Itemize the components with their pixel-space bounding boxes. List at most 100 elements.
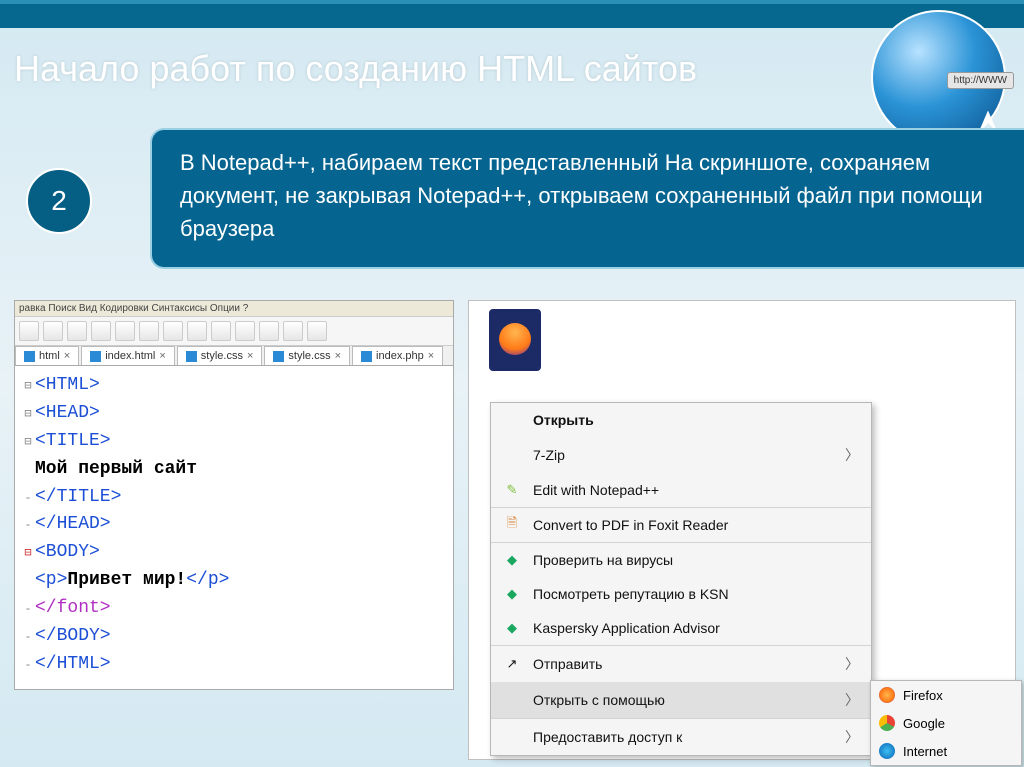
ctx-open-with[interactable]: Открыть с помощью 〉 (491, 682, 871, 718)
editor-tab[interactable]: style.css × (264, 346, 350, 365)
copy-icon[interactable] (163, 321, 183, 341)
ctx-label: Convert to PDF in Foxit Reader (533, 517, 728, 533)
file-icon (186, 351, 197, 362)
ctx-label: Kaspersky Application Advisor (533, 620, 720, 636)
ctx-scan-virus[interactable]: ◆ Проверить на вирусы (491, 542, 871, 577)
ctx-open[interactable]: Открыть (491, 403, 871, 437)
editor-toolbar (15, 317, 453, 346)
ctx-ksn-reputation[interactable]: ◆ Посмотреть репутацию в KSN (491, 577, 871, 611)
ctx-label: Открыть с помощью (533, 692, 665, 708)
tab-label: style.css (201, 350, 243, 362)
code-area[interactable]: ⊟<HTML> ⊟<HEAD> ⊟<TITLE> Мой первый сайт… (15, 366, 453, 689)
close-icon[interactable]: × (247, 350, 253, 362)
context-menu: Открыть 7-Zip 〉 ✎ Edit with Notepad++ 🗎 … (490, 402, 872, 756)
blank-icon (503, 728, 521, 746)
submenu-internet[interactable]: Internet (871, 737, 1021, 765)
pdf-icon: 🗎 (503, 516, 521, 534)
globe-icon (871, 10, 1006, 145)
ctx-grant-access[interactable]: Предоставить доступ к 〉 (491, 718, 871, 755)
firefox-file-icon (489, 309, 541, 371)
editor-tab[interactable]: html × (15, 346, 79, 365)
ctx-kaspersky-advisor[interactable]: ◆ Kaspersky Application Advisor (491, 611, 871, 645)
submenu-label: Internet (903, 744, 947, 759)
close-icon[interactable]: × (428, 350, 434, 362)
code-line: </HEAD> (35, 514, 111, 534)
ctx-label: Отправить (533, 656, 602, 672)
blank-icon (503, 446, 521, 464)
code-line: <p> (35, 570, 67, 590)
ctx-label: Посмотреть репутацию в KSN (533, 586, 729, 602)
close-icon[interactable]: × (159, 350, 165, 362)
step-badge: 2 (26, 168, 92, 234)
chevron-right-icon: 〉 (845, 654, 859, 674)
code-line: </p> (186, 570, 229, 590)
share-icon: ↗ (503, 655, 521, 673)
ctx-convert-pdf[interactable]: 🗎 Convert to PDF in Foxit Reader (491, 507, 871, 542)
ctx-label: Проверить на вирусы (533, 552, 673, 568)
file-icon (361, 351, 372, 362)
file-icon (90, 351, 101, 362)
open-file-icon[interactable] (43, 321, 63, 341)
ctx-label: 7-Zip (533, 447, 565, 463)
new-file-icon[interactable] (19, 321, 39, 341)
ctx-label: Открыть (533, 412, 594, 428)
code-line: <TITLE> (35, 431, 111, 451)
ctx-send[interactable]: ↗ Отправить 〉 (491, 645, 871, 682)
open-with-submenu: Firefox Google Internet (870, 680, 1022, 766)
code-line: Мой первый сайт (35, 459, 197, 479)
save-all-icon[interactable] (91, 321, 111, 341)
redo-icon[interactable] (235, 321, 255, 341)
undo-icon[interactable] (211, 321, 231, 341)
tab-label: html (39, 350, 60, 362)
top-band (0, 0, 1024, 28)
shield-icon: ◆ (503, 551, 521, 569)
ctx-label: Предоставить доступ к (533, 729, 682, 745)
slide-title: Начало работ по созданию HTML сайтов (14, 48, 697, 90)
ctx-label: Edit with Notepad++ (533, 482, 659, 498)
editor-tabs: html× index.html× style.css× style.css× … (15, 346, 453, 366)
html-file-item[interactable] (485, 309, 545, 389)
close-icon[interactable]: × (335, 350, 341, 362)
shield-icon: ◆ (503, 619, 521, 637)
code-line: </HTML> (35, 654, 111, 674)
editor-menubar[interactable]: равка Поиск Вид Кодировки Синтаксисы Опц… (15, 301, 453, 317)
paste-icon[interactable] (187, 321, 207, 341)
code-line: <HTML> (35, 375, 100, 395)
firefox-icon (879, 687, 895, 703)
code-line: </font> (35, 598, 111, 618)
zoom-out-icon[interactable] (307, 321, 327, 341)
tab-label: index.php (376, 350, 424, 362)
editor-tab[interactable]: style.css × (177, 346, 263, 365)
ie-icon (879, 743, 895, 759)
description-box: В Notepad++, набираем текст представленн… (150, 128, 1024, 269)
close-icon[interactable]: × (64, 350, 70, 362)
cut-icon[interactable] (139, 321, 159, 341)
zoom-in-icon[interactable] (283, 321, 303, 341)
tab-label: style.css (288, 350, 330, 362)
notepad-editor: равка Поиск Вид Кодировки Синтаксисы Опц… (14, 300, 454, 690)
editor-tab[interactable]: index.html × (81, 346, 175, 365)
code-line: Привет мир! (67, 570, 186, 590)
chevron-right-icon: 〉 (845, 690, 859, 710)
code-line: <HEAD> (35, 403, 100, 423)
chevron-right-icon: 〉 (845, 445, 859, 465)
code-line: <BODY> (35, 542, 100, 562)
ctx-edit-npp[interactable]: ✎ Edit with Notepad++ (491, 473, 871, 507)
editor-tab[interactable]: index.php × (352, 346, 443, 365)
blank-icon (503, 411, 521, 429)
print-icon[interactable] (115, 321, 135, 341)
find-icon[interactable] (259, 321, 279, 341)
submenu-label: Google (903, 716, 945, 731)
chevron-right-icon: 〉 (845, 727, 859, 747)
save-icon[interactable] (67, 321, 87, 341)
blank-icon (503, 691, 521, 709)
file-icon (24, 351, 35, 362)
ctx-7zip[interactable]: 7-Zip 〉 (491, 437, 871, 473)
file-icon (273, 351, 284, 362)
submenu-label: Firefox (903, 688, 943, 703)
tab-label: index.html (105, 350, 155, 362)
shield-icon: ◆ (503, 585, 521, 603)
submenu-google[interactable]: Google (871, 709, 1021, 737)
submenu-firefox[interactable]: Firefox (871, 681, 1021, 709)
notepad-icon: ✎ (503, 481, 521, 499)
